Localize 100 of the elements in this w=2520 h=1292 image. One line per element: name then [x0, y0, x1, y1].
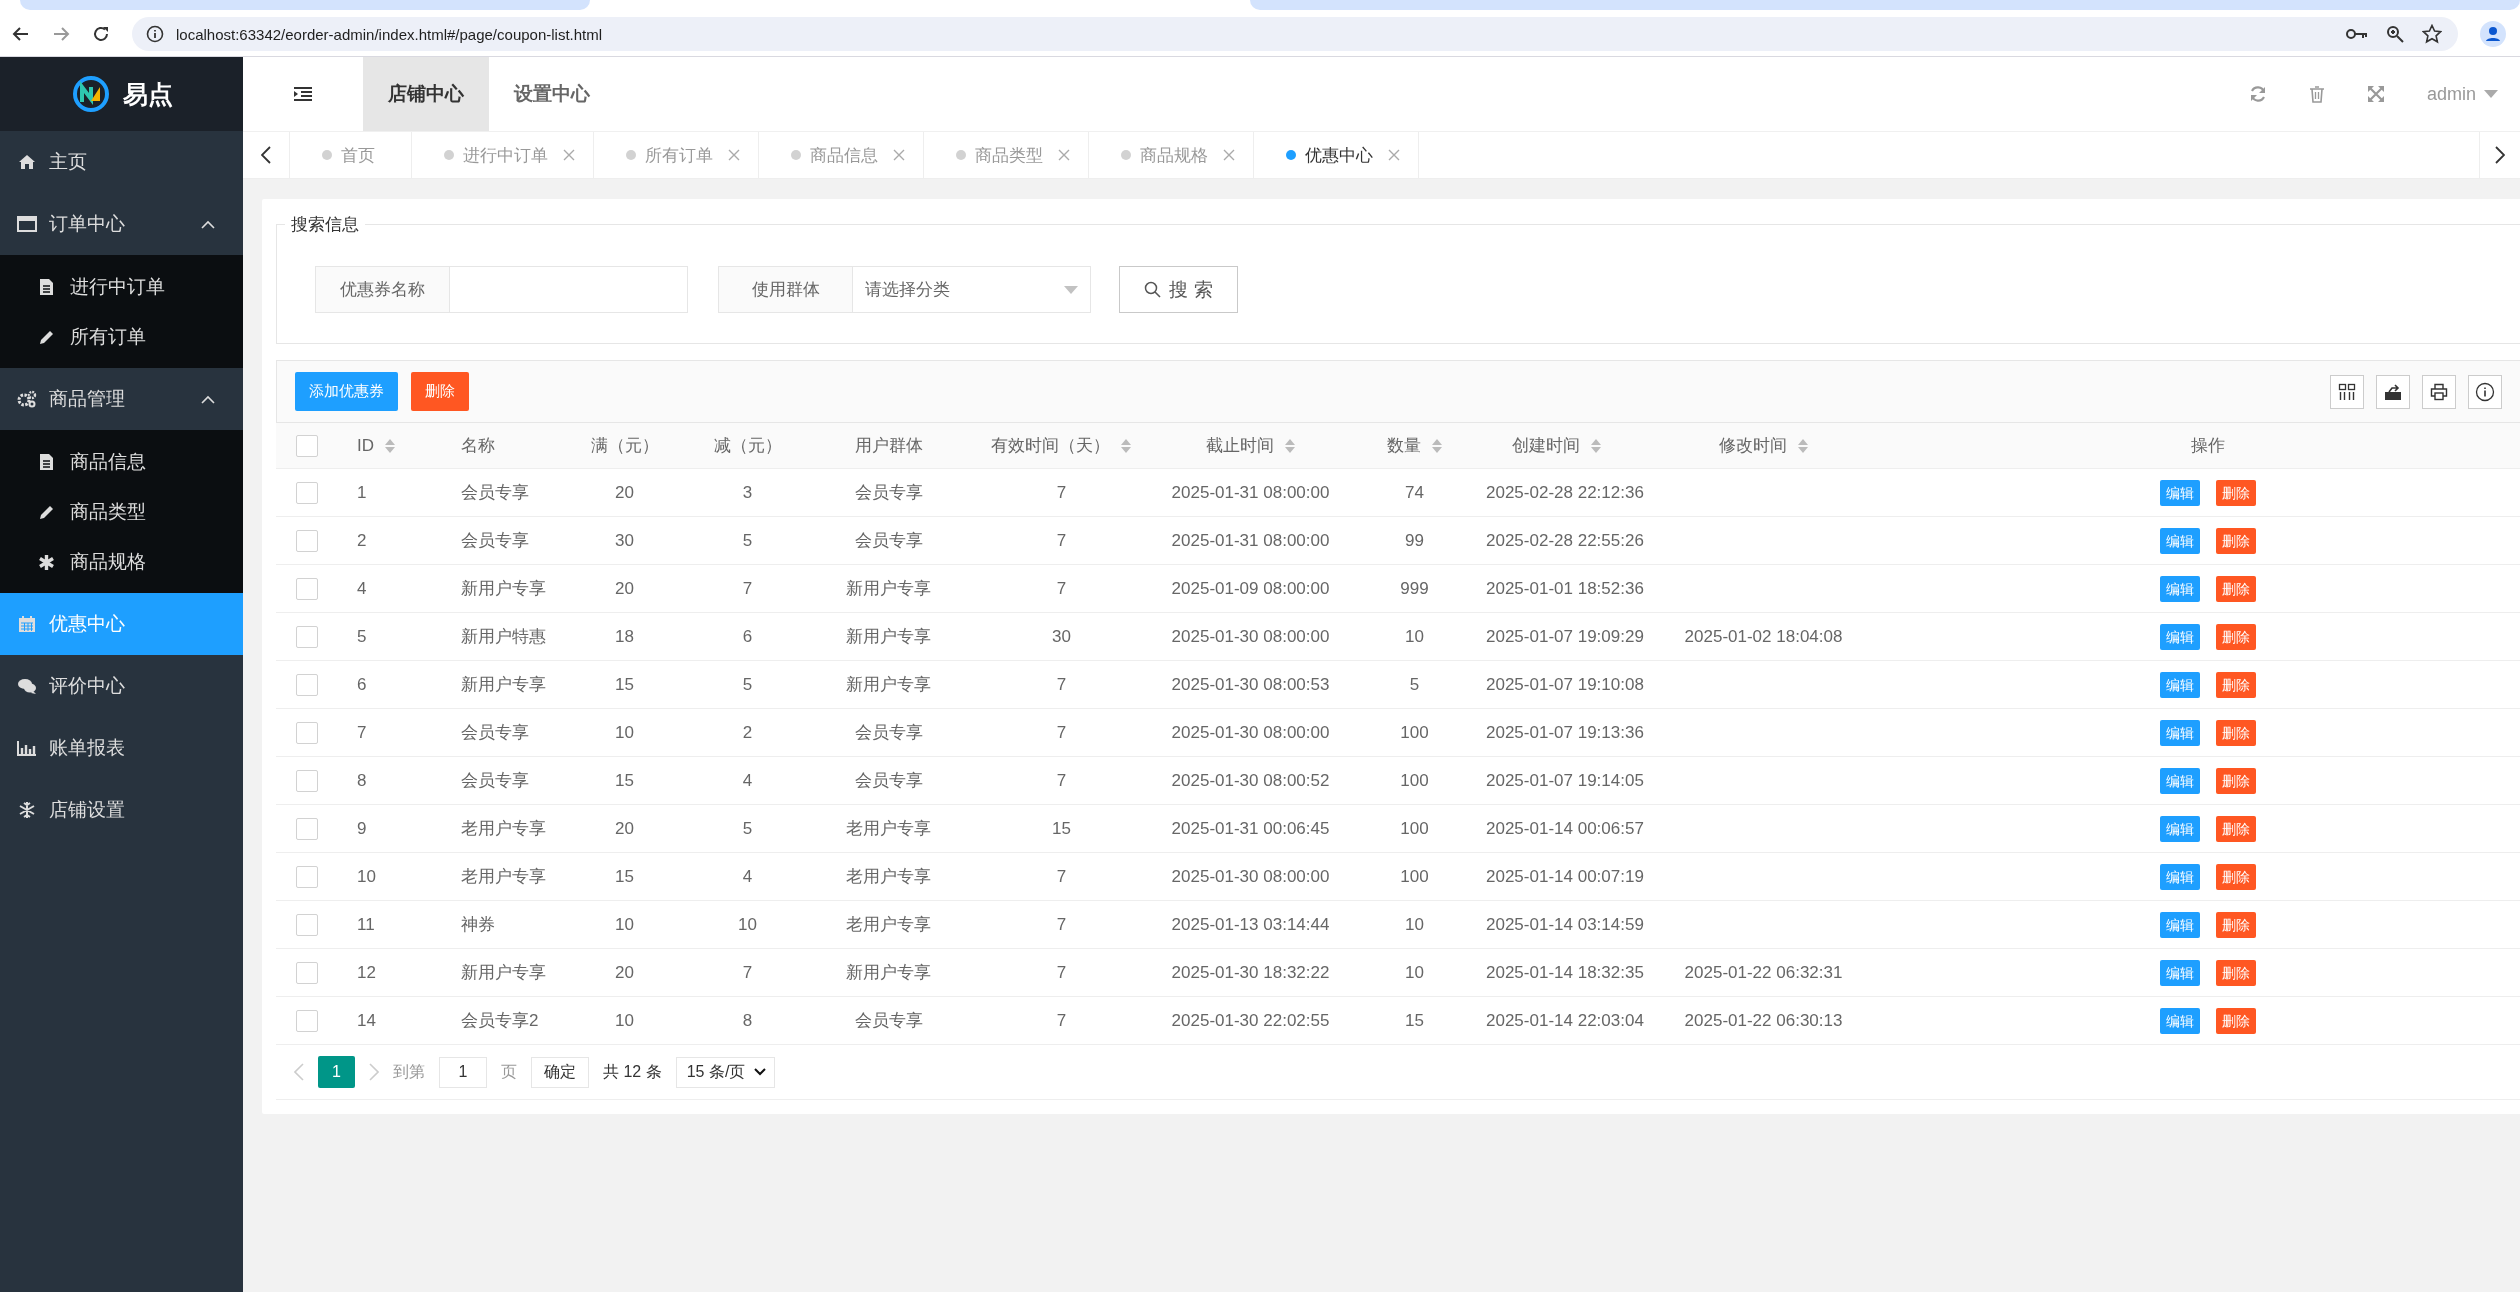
row-checkbox[interactable] [295, 721, 318, 744]
row-checkbox[interactable] [295, 961, 318, 984]
address-bar[interactable]: localhost:63342/eorder-admin/index.html#/page/coupon-list.html [132, 17, 2458, 51]
sort-icon[interactable] [1120, 437, 1132, 454]
row-checkbox[interactable] [295, 865, 318, 888]
column-header[interactable]: ID [357, 435, 396, 456]
nav-tab[interactable]: 设置中心 [489, 57, 615, 131]
refresh-icon[interactable] [2248, 85, 2267, 103]
page-tab[interactable]: 商品规格 [1089, 132, 1254, 178]
row-checkbox[interactable] [295, 529, 318, 552]
column-header[interactable]: 修改时间 [1718, 434, 1809, 457]
menu-icon[interactable] [293, 86, 313, 102]
delete-button[interactable]: 删除 [2216, 767, 2256, 794]
next-page-icon[interactable] [369, 1063, 379, 1081]
sidebar-subitem[interactable]: 所有订单 [0, 312, 243, 362]
edit-button[interactable]: 编辑 [2160, 671, 2200, 698]
close-icon[interactable] [1388, 149, 1400, 161]
delete-button[interactable]: 删除 [2216, 815, 2256, 842]
sort-icon[interactable] [1796, 437, 1809, 454]
sidebar-item[interactable]: 店铺设置 [0, 779, 243, 841]
edit-button[interactable]: 编辑 [2160, 911, 2200, 938]
row-checkbox[interactable] [295, 625, 318, 648]
export-button[interactable] [2376, 374, 2410, 409]
key-icon[interactable] [2346, 27, 2368, 41]
sort-icon[interactable] [1283, 437, 1296, 454]
zoom-icon[interactable] [2386, 25, 2404, 43]
sidebar-subitem[interactable]: 商品类型 [0, 487, 243, 537]
edit-button[interactable]: 编辑 [2160, 479, 2200, 506]
page-input[interactable]: 1 [439, 1056, 487, 1088]
row-checkbox[interactable] [295, 769, 318, 792]
star-icon[interactable] [2422, 24, 2442, 44]
row-checkbox[interactable] [295, 817, 318, 840]
sidebar-item[interactable]: 优惠中心 [0, 593, 243, 655]
select-all-checkbox[interactable] [295, 434, 318, 457]
sidebar-item[interactable]: 商品管理 [0, 368, 243, 430]
column-header[interactable]: 操作 [2191, 434, 2225, 457]
page-tab[interactable]: 首页 [290, 132, 412, 178]
back-icon[interactable] [12, 25, 30, 43]
row-checkbox[interactable] [295, 913, 318, 936]
delete-button[interactable]: 删除 [2216, 623, 2256, 650]
info-button[interactable] [2468, 374, 2502, 409]
edit-button[interactable]: 编辑 [2160, 623, 2200, 650]
fullscreen-icon[interactable] [2366, 85, 2385, 103]
edit-button[interactable]: 编辑 [2160, 719, 2200, 746]
page-tab[interactable]: 商品信息 [759, 132, 924, 178]
page-size-select[interactable]: 15 条/页 [675, 1056, 775, 1088]
edit-button[interactable]: 编辑 [2160, 1007, 2200, 1034]
confirm-button[interactable]: 确定 [531, 1056, 589, 1088]
close-icon[interactable] [563, 149, 575, 161]
toolbar-button[interactable]: 添加优惠券 [295, 372, 398, 411]
sort-icon[interactable] [384, 437, 396, 454]
edit-button[interactable]: 编辑 [2160, 815, 2200, 842]
profile-icon[interactable] [2480, 21, 2506, 47]
row-checkbox[interactable] [295, 577, 318, 600]
close-icon[interactable] [1223, 149, 1235, 161]
forward-icon[interactable] [52, 25, 70, 43]
edit-button[interactable]: 编辑 [2160, 863, 2200, 890]
sidebar-subitem[interactable]: 进行中订单 [0, 262, 243, 312]
row-checkbox[interactable] [295, 673, 318, 696]
page-tab[interactable]: 优惠中心 [1254, 132, 1419, 178]
print-button[interactable] [2422, 374, 2456, 409]
edit-button[interactable]: 编辑 [2160, 959, 2200, 986]
delete-button[interactable]: 删除 [2216, 911, 2256, 938]
edit-button[interactable]: 编辑 [2160, 575, 2200, 602]
delete-button[interactable]: 删除 [2216, 959, 2256, 986]
row-checkbox[interactable] [295, 1009, 318, 1032]
sidebar-subitem[interactable]: 商品信息 [0, 437, 243, 487]
delete-button[interactable]: 删除 [2216, 479, 2256, 506]
sidebar-item[interactable]: 账单报表 [0, 717, 243, 779]
delete-button[interactable]: 删除 [2216, 719, 2256, 746]
delete-button[interactable]: 删除 [2216, 1007, 2256, 1034]
page-tab[interactable]: 所有订单 [594, 132, 759, 178]
user-menu[interactable]: admin [2426, 83, 2498, 105]
sidebar-item[interactable]: 订单中心 [0, 193, 243, 255]
sidebar-item[interactable]: 主页 [0, 131, 243, 193]
delete-button[interactable]: 删除 [2216, 527, 2256, 554]
delete-button[interactable]: 删除 [2216, 863, 2256, 890]
columns-button[interactable] [2330, 374, 2364, 409]
search-button[interactable]: 搜 索 [1119, 266, 1238, 313]
delete-button[interactable]: 删除 [2216, 671, 2256, 698]
edit-button[interactable]: 编辑 [2160, 767, 2200, 794]
page-button[interactable]: 1 [318, 1056, 355, 1088]
sidebar-subitem[interactable]: 商品规格 [0, 537, 243, 587]
previous-page-icon[interactable] [294, 1063, 304, 1081]
input-field[interactable] [450, 266, 688, 313]
nav-tab[interactable]: 店铺中心 [363, 57, 489, 131]
close-icon[interactable] [1058, 149, 1070, 161]
delete-button[interactable]: 删除 [2216, 575, 2256, 602]
close-icon[interactable] [893, 149, 905, 161]
trash-icon[interactable] [2308, 85, 2325, 103]
page-tab[interactable]: 进行中订单 [412, 132, 594, 178]
close-icon[interactable] [728, 149, 740, 161]
sidebar-item[interactable]: 评价中心 [0, 655, 243, 717]
sort-icon[interactable] [1589, 437, 1602, 454]
edit-button[interactable]: 编辑 [2160, 527, 2200, 554]
page-tab[interactable]: 商品类型 [924, 132, 1089, 178]
sort-icon[interactable] [1430, 437, 1443, 454]
reload-icon[interactable] [92, 25, 110, 43]
info-icon[interactable] [146, 25, 164, 43]
select-field[interactable]: 请选择分类 [853, 266, 1091, 313]
